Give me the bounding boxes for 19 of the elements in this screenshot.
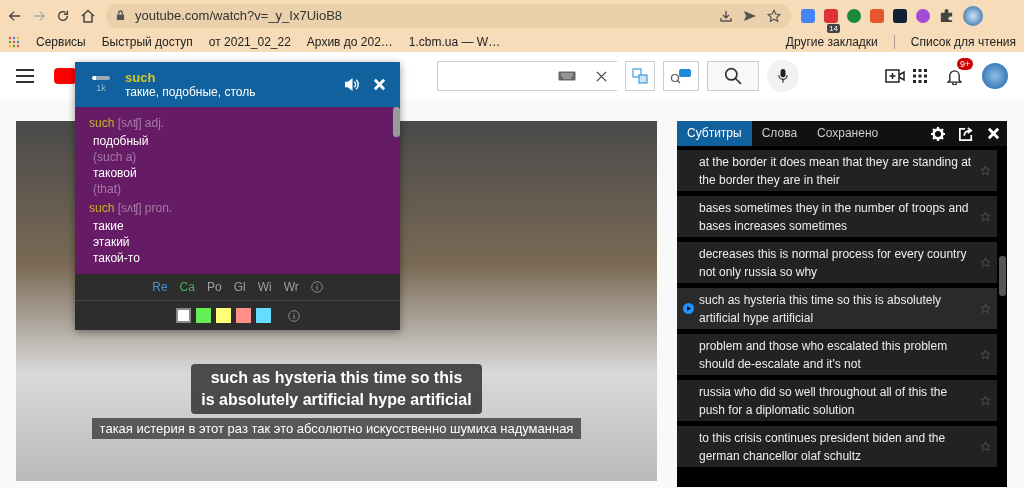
caption-text: such as hysteria this time so this is absolutely artificial hype artificial: [191, 364, 482, 414]
subtitle-text: bases sometimes they in the number of troops and bases increases sometimes: [699, 199, 970, 235]
subtitle-text: problem and those who escalated this problem should de-escalate and it's not: [699, 337, 949, 373]
subtitle-text: at the border it does mean that they are standing at the border they are in their: [699, 153, 973, 189]
url-text: youtube.com/watch?v=_y_Ix7UioB8: [135, 8, 343, 23]
headword: such: [125, 70, 157, 85]
entry-heading: such [sʌʧ] pron.: [89, 201, 174, 215]
notification-badge: 9+: [957, 57, 974, 70]
entry-heading: such [sʌʧ] adj.: [89, 116, 166, 130]
subtitle-text: such as hysteria this time so this is absolutely artificial hype artificial: [699, 291, 943, 327]
usage-note: (that): [92, 181, 122, 197]
subtitle-text: russia who did so well throughout all of this the push for a diplomatic solution: [699, 383, 949, 419]
frequency-label: 1k: [96, 83, 106, 93]
subtitle-text: to this crisis continues president biden and the german chancellor olaf schultz: [699, 429, 947, 465]
extension-badge: 14: [827, 23, 840, 33]
translation-text: такие, подобные, столь: [125, 85, 256, 99]
caption-translation: такая истерия в этот раз так это абсолютно искусственно шумиха надуманная: [91, 418, 582, 439]
usage-note: (such a): [92, 149, 138, 165]
subtitle-text: decreases this is normal process for every country not only russia so why: [699, 245, 968, 281]
